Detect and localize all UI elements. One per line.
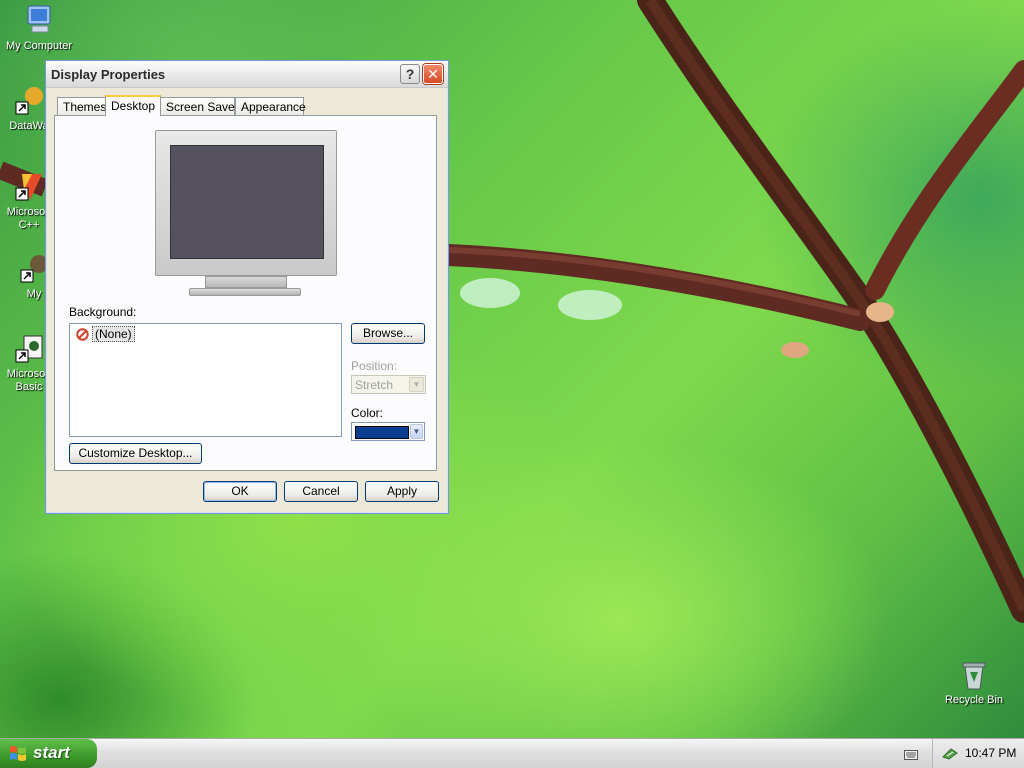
start-label: start	[33, 743, 70, 762]
background-label: Background:	[69, 305, 137, 319]
desktop-icon-label: My Computer	[5, 40, 73, 52]
ok-button[interactable]: OK	[203, 481, 277, 502]
recycle-bin-icon	[962, 662, 986, 690]
apply-button[interactable]: Apply	[365, 481, 439, 502]
position-label: Position:	[351, 359, 398, 373]
color-picker-button[interactable]: ▼	[351, 422, 425, 441]
monitor-neck	[205, 276, 287, 288]
title-bar[interactable]: Display Properties ? ✕	[46, 61, 448, 88]
cancel-button[interactable]: Cancel	[284, 481, 358, 502]
tab-appearance[interactable]: Appearance	[235, 97, 306, 115]
network-icon[interactable]	[941, 745, 959, 761]
monitor-preview	[153, 128, 339, 300]
position-select[interactable]: Stretch ▼	[351, 375, 426, 394]
color-label: Color:	[351, 406, 384, 420]
keyboard-icon[interactable]	[904, 748, 918, 760]
desktop-icon-my-computer[interactable]: My Computer	[0, 4, 78, 53]
list-item-label: (None)	[92, 326, 135, 342]
desktop-icon-recycle-bin[interactable]: Recycle Bin	[935, 658, 1013, 707]
chevron-down-icon: ▼	[410, 424, 423, 439]
monitor-bezel	[155, 130, 337, 276]
taskbar: start 10:47 PM	[0, 738, 1024, 768]
color-swatch	[355, 426, 409, 439]
none-icon	[76, 327, 89, 341]
visual-basic-icon	[15, 335, 43, 363]
window-title: Display Properties	[51, 67, 166, 82]
tab-themes[interactable]: Themes	[57, 97, 106, 115]
list-item[interactable]: (None)	[76, 326, 135, 342]
shortcut-app-icon	[15, 87, 43, 115]
monitor-screen	[170, 145, 324, 259]
position-select-value: Stretch	[355, 378, 394, 392]
monitor-base	[189, 288, 301, 296]
start-button[interactable]: start	[0, 739, 97, 768]
windows-logo-icon	[10, 746, 26, 761]
chevron-down-icon: ▼	[409, 377, 424, 392]
background-list[interactable]: (None)	[69, 323, 342, 437]
customize-desktop-button[interactable]: Customize Desktop...	[69, 443, 202, 464]
help-button[interactable]: ?	[400, 64, 420, 84]
browse-button[interactable]: Browse...	[351, 323, 425, 344]
my-computer-icon	[27, 5, 51, 33]
tab-screen-saver[interactable]: Screen Saver	[160, 97, 239, 115]
desktop-tab-panel: Background: (None) Browse... Position: S…	[54, 115, 437, 471]
display-properties-window: Display Properties ? ✕ Themes Desktop Sc…	[45, 60, 449, 514]
clock[interactable]: 10:47 PM	[965, 746, 1016, 760]
tab-desktop[interactable]: Desktop	[105, 95, 161, 116]
close-button[interactable]: ✕	[423, 64, 443, 84]
system-tray: 10:47 PM	[932, 739, 1024, 768]
desktop-icon-label: Recycle Bin	[944, 694, 1004, 706]
visual-cpp-icon	[15, 174, 42, 201]
